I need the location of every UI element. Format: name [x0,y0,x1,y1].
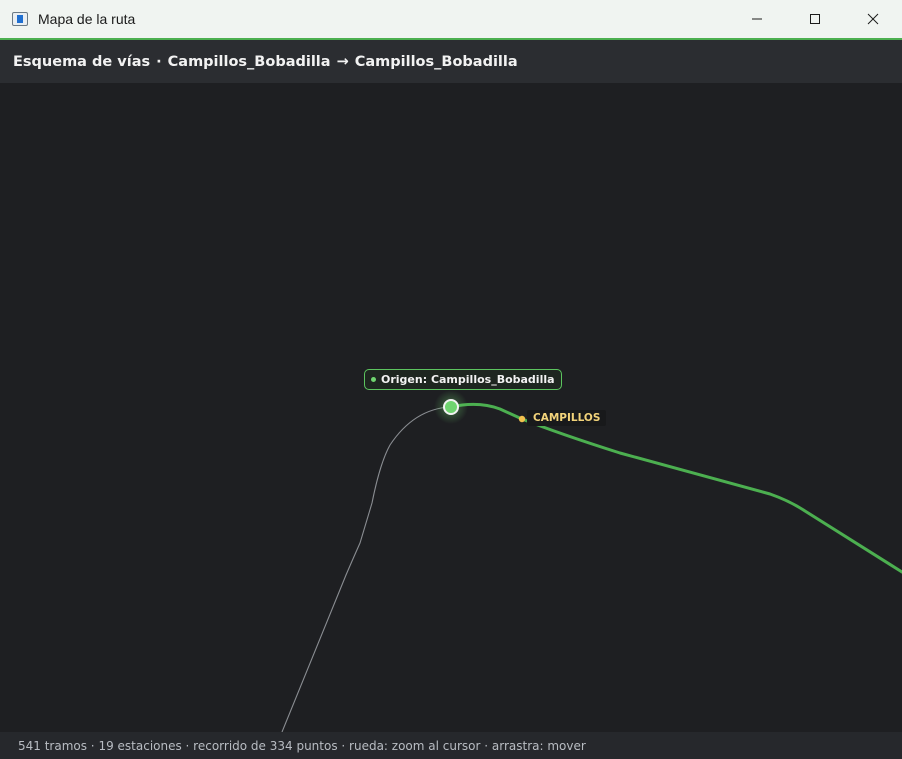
station-marker-campillos[interactable] [518,415,526,423]
close-icon [867,13,879,25]
maximize-button[interactable] [786,0,844,38]
minimize-icon [752,18,762,20]
status-text: 541 tramos · 19 estaciones · recorrido d… [18,738,586,753]
route-map-window: Mapa de la ruta Esquema de vías · Campil… [0,0,902,759]
title-bar[interactable]: Mapa de la ruta [0,0,902,38]
route-line[interactable] [449,402,902,574]
secondary-track-line [281,406,451,732]
header-separator: · [156,53,162,70]
minimize-button[interactable] [728,0,786,38]
app-window-icon [12,12,28,26]
origin-label-text: Origen: Campillos_Bobadilla [381,373,555,386]
station-label-campillos: CAMPILLOS [527,410,607,426]
origin-label: Origen: Campillos_Bobadilla [364,369,562,390]
maximize-icon [810,14,820,24]
header-arrow: → [336,53,349,70]
track-map-canvas[interactable]: Origen: Campillos_Bobadilla CAMPILLOS [0,83,902,732]
route-header: Esquema de vías · Campillos_Bobadilla → Camp… [0,40,902,83]
status-bar: 541 tramos · 19 estaciones · recorrido d… [0,732,902,759]
window-title: Mapa de la ruta [38,11,136,27]
header-destination: Campillos_Bobadilla [354,53,518,70]
track-map-svg[interactable] [0,83,902,732]
header-prefix: Esquema de vías [13,53,151,70]
header-origin: Campillos_Bobadilla [167,53,331,70]
window-controls [728,0,902,38]
route-header-title: Esquema de vías · Campillos_Bobadilla → Camp… [13,54,518,70]
origin-marker[interactable] [443,399,459,415]
origin-dot-icon [371,377,376,382]
close-button[interactable] [844,0,902,38]
